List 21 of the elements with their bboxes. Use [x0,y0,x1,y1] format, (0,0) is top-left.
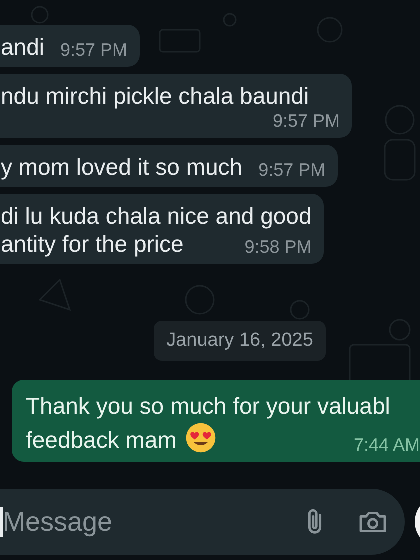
message-bubble[interactable]: ndu mirchi pickle chala baundi 9:57 PM [0,74,352,138]
message-time: 9:58 PM [244,236,312,258]
message-time: 9:57 PM [272,110,340,132]
message-line: di lu kuda chala nice and good [1,202,312,230]
date-chip: January 16, 2025 [154,321,326,361]
message-bubble[interactable]: Thank you so much for your valuabl feedback mam 7:44 AM [12,380,420,462]
message-time: 9:57 PM [59,39,128,61]
message-time: 9:57 PM [258,159,326,181]
message-line: antity for the price [1,230,184,258]
message-line: andi [1,33,44,61]
heart-eyes-emoji-icon [184,422,217,454]
message-time: 7:44 AM [352,434,420,456]
message-input[interactable]: Message [3,506,273,538]
message-line: Thank you so much for your valuabl [26,392,390,421]
message-bubble[interactable]: y mom loved it so much 9:57 PM [0,145,338,187]
message-line: ndu mirchi pickle chala baundi [1,82,310,110]
message-bubble[interactable]: andi 9:57 PM [0,25,140,67]
message-bubble[interactable]: di lu kuda chala nice and good antity for the price 9:58 PM [0,194,324,264]
message-line: y mom loved it so much [1,153,243,181]
message-field[interactable]: Message [0,489,405,555]
message-line: feedback mam [26,426,177,455]
